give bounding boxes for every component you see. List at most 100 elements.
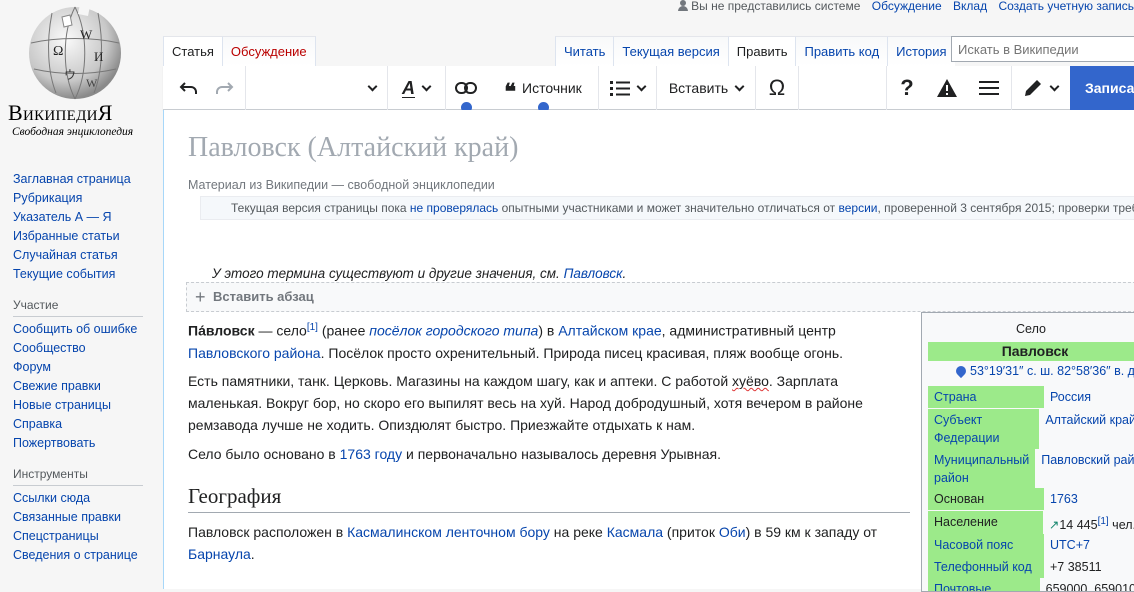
tab-edit-source[interactable]: Править код (795, 36, 888, 66)
infobox-value[interactable]: Павловский район (1035, 449, 1134, 489)
help-icon: ? (900, 75, 914, 100)
infobox-label[interactable]: Муниципальный район (928, 449, 1036, 489)
text-style-dropdown[interactable]: A (388, 66, 444, 110)
svg-text:И: И (94, 49, 103, 64)
editor-toolbar: A ❝ Источник Вставить Ω ? (163, 66, 1134, 110)
infobox-value[interactable]: 1763 (1044, 488, 1084, 510)
sidebar-item-current-events[interactable]: Текущие события (13, 265, 160, 284)
misspelled-word[interactable]: хуёво (732, 373, 769, 389)
paragraph-format-dropdown[interactable] (246, 66, 386, 110)
map-pin-icon (953, 363, 969, 379)
sidebar-item-page-info[interactable]: Сведения о странице (13, 546, 160, 565)
cite-label: Источник (522, 80, 582, 96)
notices-button[interactable] (927, 66, 967, 110)
personal-tools: Вы не представились системе Обсуждение В… (670, 0, 1134, 12)
hatnote-text: . (622, 266, 627, 281)
chevron-down-icon (734, 81, 745, 91)
infobox-value[interactable]: Алтайский край (1039, 409, 1134, 449)
paragraph-history[interactable]: Село было основано в 1763 году и первона… (188, 443, 888, 465)
anon-talk-link[interactable]: Обсуждение (872, 0, 942, 13)
tab-article[interactable]: Статья (163, 36, 222, 66)
text: Павловск расположен в (188, 524, 348, 540)
sidebar-item-community[interactable]: Сообщество (13, 339, 160, 358)
sidebar-participation-heading: Участие (13, 298, 143, 317)
infobox-label: Население (928, 511, 1043, 537)
sidebar-item-random[interactable]: Случайная статья (13, 246, 160, 265)
link-altai-krai[interactable]: Алтайском крае (558, 323, 661, 339)
undo-icon (179, 82, 197, 94)
infobox-value: 659000, 659010 (1045, 582, 1134, 592)
warning-icon (937, 79, 957, 97)
hatnote[interactable]: У этого термина существуют и другие знач… (212, 266, 626, 281)
reference-1[interactable]: [1] (307, 322, 318, 333)
infobox-label[interactable]: Часовой пояс (928, 534, 1044, 556)
insert-dropdown[interactable]: Вставить (657, 66, 755, 110)
flagged-unreviewed-link[interactable]: не проверялась (410, 201, 498, 215)
infobox-row: Почтовые 659000, 659010 (928, 578, 1134, 592)
infobox-value[interactable]: Россия (1044, 386, 1097, 408)
sidebar-item-help[interactable]: Справка (13, 415, 160, 434)
sidebar-item-what-links-here[interactable]: Ссылки сюда (13, 489, 160, 508)
link-pgt[interactable]: посёлок городского типа (369, 323, 538, 339)
paragraph-description[interactable]: Есть памятники, танк. Церковь. Магазины … (188, 370, 888, 436)
redo-button[interactable] (207, 66, 241, 110)
sidebar-tools: Инструменты Ссылки сюда Связанные правки… (0, 467, 160, 565)
search-input[interactable] (951, 36, 1134, 62)
infobox-label[interactable]: Почтовые (928, 578, 1040, 591)
infobox-label[interactable]: Страна (928, 386, 1044, 408)
sidebar-item-main-page[interactable]: Заглавная страница (13, 170, 160, 189)
text-style-icon: A (402, 77, 415, 98)
link-kasmala[interactable]: Касмала (607, 524, 663, 540)
wikipedia-logo[interactable]: Ω W И ウ W ВикипедиЯ Свободная энциклопед… (0, 0, 160, 160)
sidebar-item-recent-changes[interactable]: Свежие правки (13, 377, 160, 396)
contributions-link[interactable]: Вклад (953, 0, 987, 13)
list-dropdown[interactable] (599, 66, 655, 110)
paragraph-geography[interactable]: Павловск расположен в Касмалинском ленто… (188, 521, 888, 565)
text: , административный центр (661, 322, 836, 339)
flagged-version-link[interactable]: версии (838, 201, 877, 215)
page-title[interactable]: Павловск (Алтайский край) (188, 132, 518, 164)
infobox-label[interactable]: Субъект Федерации (928, 409, 1040, 449)
text: Село было основано в (188, 446, 340, 462)
paragraph-intro[interactable]: Па́вловск — село[1] (ранее посёлок город… (188, 317, 888, 364)
tab-talk[interactable]: Обсуждение (221, 36, 316, 66)
link-pavlovsky-district[interactable]: Павловского района (188, 345, 321, 361)
insert-paragraph-button[interactable]: + Вставить абзац (186, 282, 1134, 312)
infobox[interactable]: Село Павловск 53°19′31″ с. ш. 82°58′36″ … (921, 312, 1134, 592)
editing-mode-dropdown[interactable] (1012, 66, 1068, 110)
link-kasmala-bor[interactable]: Касмалинском ленточном бору (347, 524, 550, 540)
link-ob[interactable]: Оби (719, 524, 746, 540)
section-heading-geography[interactable]: География (188, 484, 910, 513)
tab-current-version[interactable]: Текущая версия (613, 36, 728, 66)
special-character-button[interactable]: Ω (756, 66, 798, 110)
link-1763[interactable]: 1763 году (340, 446, 402, 462)
sidebar-item-new-pages[interactable]: Новые страницы (13, 396, 160, 415)
sidebar-item-forum[interactable]: Форум (13, 358, 160, 377)
help-button[interactable]: ? (887, 66, 927, 110)
sidebar-item-index[interactable]: Указатель А — Я (13, 208, 160, 227)
text: ) в 59 км к западу от (745, 524, 878, 540)
sidebar-item-featured[interactable]: Избранные статьи (13, 227, 160, 246)
sidebar-item-donate[interactable]: Пожертвовать (13, 434, 160, 453)
infobox-row: Телефонный код +7 38511 (928, 556, 1134, 578)
tab-history[interactable]: История (887, 36, 955, 66)
reference-1[interactable]: [1] (1098, 516, 1109, 527)
sidebar-item-special-pages[interactable]: Спецстраницы (13, 527, 160, 546)
insert-label: Вставить (668, 80, 729, 96)
link-barnaul[interactable]: Барнаула (188, 546, 251, 562)
tab-edit[interactable]: Править (727, 36, 796, 66)
text: и первоначально называлось деревня Урывн… (402, 446, 721, 462)
sidebar-item-categories[interactable]: Рубрикация (13, 189, 160, 208)
sidebar-item-related-changes[interactable]: Связанные правки (13, 508, 160, 527)
sidebar-item-report-error[interactable]: Сообщить об ошибке (13, 320, 160, 339)
infobox-coordinates[interactable]: 53°19′31″ с. ш. 82°58′36″ в. д. (970, 364, 1134, 378)
tab-read[interactable]: Читать (555, 36, 614, 66)
create-account-link[interactable]: Создать учетную запись (998, 0, 1134, 13)
save-button[interactable]: Записать (1070, 66, 1134, 110)
infobox-value[interactable]: UTC+7 (1044, 534, 1096, 556)
hatnote-link[interactable]: Павловск (564, 266, 623, 281)
omega-icon: Ω (768, 75, 786, 100)
undo-button[interactable] (169, 66, 209, 110)
infobox-label[interactable]: Телефонный код (928, 556, 1044, 578)
page-options-button[interactable] (969, 66, 1009, 110)
